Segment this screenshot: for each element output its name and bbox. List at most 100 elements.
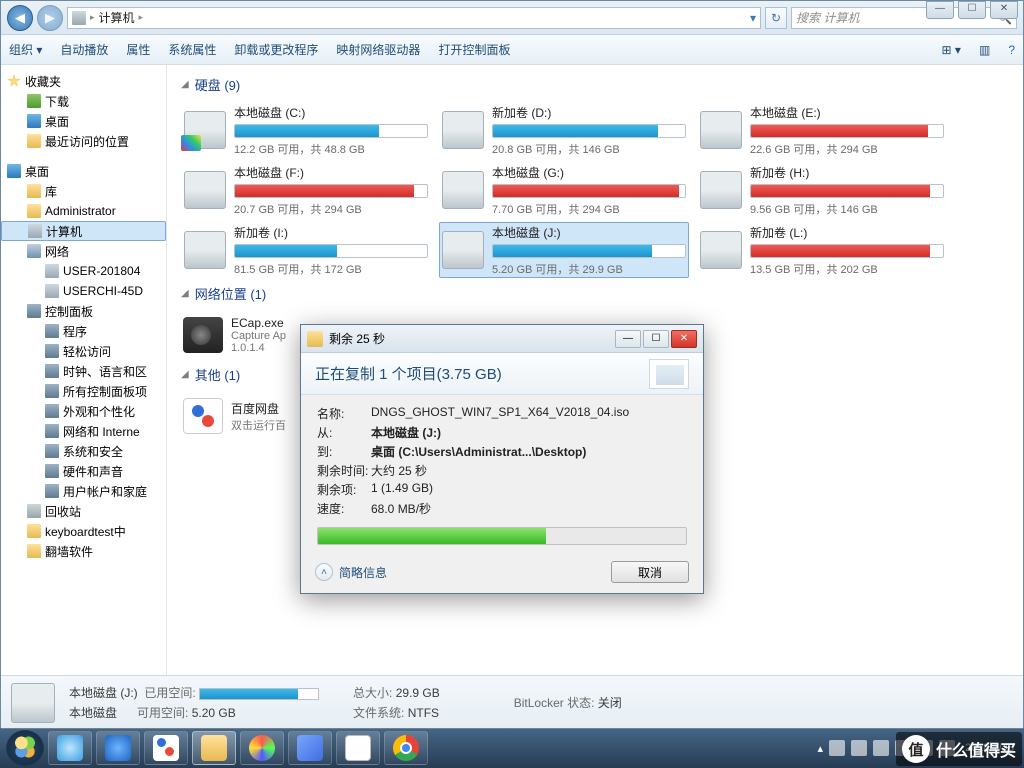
drive-item[interactable]: 新加卷 (H:)9.56 GB 可用，共 146 GB xyxy=(697,162,947,218)
dropdown-icon[interactable]: ▾ xyxy=(750,11,756,25)
sidebar-cp-appearance[interactable]: 外观和个性化 xyxy=(1,401,166,421)
sidebar-host2[interactable]: USERCHI-45D xyxy=(1,281,166,301)
dialog-minimize-button[interactable]: — xyxy=(615,330,641,348)
start-button[interactable] xyxy=(6,730,44,766)
dialog-titlebar[interactable]: 剩余 25 秒 — ☐ ✕ xyxy=(301,325,703,353)
toolbar-autoplay[interactable]: 自动播放 xyxy=(60,41,108,58)
drive-icon xyxy=(184,171,226,209)
dialog-maximize-button[interactable]: ☐ xyxy=(643,330,669,348)
copy-progress-bar xyxy=(317,527,687,545)
sidebar-cp-network[interactable]: 网络和 Interne xyxy=(1,421,166,441)
sidebar-folder-vpn[interactable]: 翻墙软件 xyxy=(1,541,166,561)
sidebar-desktop-fav[interactable]: 桌面 xyxy=(1,111,166,131)
toolbar-properties[interactable]: 属性 xyxy=(126,41,150,58)
sidebar-cp-ease[interactable]: 轻松访问 xyxy=(1,341,166,361)
sidebar-folder-kb[interactable]: keyboardtest中 xyxy=(1,521,166,541)
download-icon xyxy=(27,94,41,108)
users-icon xyxy=(45,484,59,498)
library-icon xyxy=(27,184,41,198)
sidebar-control-panel[interactable]: 控制面板 xyxy=(1,301,166,321)
toolbar-uninstall[interactable]: 卸载或更改程序 xyxy=(234,41,318,58)
refresh-button[interactable]: ↻ xyxy=(765,7,787,29)
control-panel-icon xyxy=(27,304,41,318)
drive-item[interactable]: 本地磁盘 (G:)7.70 GB 可用，共 294 GB xyxy=(439,162,689,218)
camera-icon xyxy=(183,317,223,353)
taskbar-app-7[interactable] xyxy=(336,731,380,765)
taskbar-app-2[interactable] xyxy=(96,731,140,765)
preview-pane-icon[interactable]: ▥ xyxy=(979,43,990,57)
group-drives-header[interactable]: ◢硬盘 (9) xyxy=(181,75,1013,94)
sidebar-cp-clock[interactable]: 时钟、语言和区 xyxy=(1,361,166,381)
toolbar-map-drive[interactable]: 映射网络驱动器 xyxy=(336,41,420,58)
drive-name: 本地磁盘 (C:) xyxy=(234,104,428,121)
drive-item[interactable]: 新加卷 (L:)13.5 GB 可用，共 202 GB xyxy=(697,222,947,278)
help-icon[interactable]: ? xyxy=(1008,43,1015,57)
copy-file-name: DNGS_GHOST_WIN7_SP1_X64_V2018_04.iso xyxy=(371,405,687,422)
sidebar-desktop[interactable]: 桌面 xyxy=(1,161,166,181)
recent-icon xyxy=(27,134,41,148)
more-details-toggle[interactable]: ˄简略信息 xyxy=(315,563,387,581)
drive-free-text: 13.5 GB 可用，共 202 GB xyxy=(750,261,944,277)
toolbar-control-panel[interactable]: 打开控制面板 xyxy=(438,41,510,58)
sidebar-cp-security[interactable]: 系统和安全 xyxy=(1,441,166,461)
breadcrumb-segment[interactable]: 计算机 xyxy=(99,9,135,26)
drive-free-text: 20.7 GB 可用，共 294 GB xyxy=(234,201,428,217)
drive-item[interactable]: 本地磁盘 (E:)22.6 GB 可用，共 294 GB xyxy=(697,102,947,158)
sb-drive-name: 本地磁盘 (J:) xyxy=(69,686,138,700)
minimize-button[interactable]: — xyxy=(926,1,954,19)
chevron-up-icon: ˄ xyxy=(315,563,333,581)
address-bar[interactable]: ▸ 计算机 ▸ ▾ xyxy=(67,7,761,29)
drive-item[interactable]: 新加卷 (I:)81.5 GB 可用，共 172 GB xyxy=(181,222,431,278)
dialog-heading: 正在复制 1 个项目(3.75 GB) xyxy=(301,353,703,395)
sidebar-libraries[interactable]: 库 xyxy=(1,181,166,201)
sidebar-network[interactable]: 网络 xyxy=(1,241,166,261)
collapse-icon: ◢ xyxy=(181,288,189,299)
taskbar-app-3[interactable] xyxy=(144,731,188,765)
cancel-button[interactable]: 取消 xyxy=(611,561,689,583)
drive-item[interactable]: 本地磁盘 (F:)20.7 GB 可用，共 294 GB xyxy=(181,162,431,218)
window-controls: — ☐ ✕ xyxy=(926,1,1018,19)
group-netloc-header[interactable]: ◢网络位置 (1) xyxy=(181,284,1013,303)
taskbar-app-5[interactable] xyxy=(240,731,284,765)
drives-list: 本地磁盘 (C:)12.2 GB 可用，共 48.8 GB新加卷 (D:)20.… xyxy=(181,102,1013,278)
tray-icon[interactable] xyxy=(873,740,889,756)
tray-icon[interactable] xyxy=(851,740,867,756)
pc-icon xyxy=(45,264,59,278)
sidebar-favorites[interactable]: 收藏夹 xyxy=(1,71,166,91)
drive-item[interactable]: 本地磁盘 (C:)12.2 GB 可用，共 48.8 GB xyxy=(181,102,431,158)
tray-icon[interactable] xyxy=(829,740,845,756)
toolbar-system-properties[interactable]: 系统属性 xyxy=(168,41,216,58)
drive-item[interactable]: 本地磁盘 (J:)5.20 GB 可用，共 29.9 GB xyxy=(439,222,689,278)
sidebar-administrator[interactable]: Administrator xyxy=(1,201,166,221)
sidebar-recent[interactable]: 最近访问的位置 xyxy=(1,131,166,151)
taskbar-explorer[interactable] xyxy=(192,731,236,765)
taskbar-chrome[interactable] xyxy=(384,731,428,765)
folder-icon xyxy=(27,524,41,538)
drive-item[interactable]: 新加卷 (D:)20.8 GB 可用，共 146 GB xyxy=(439,102,689,158)
taskbar-app-1[interactable] xyxy=(48,731,92,765)
sidebar-cp-all[interactable]: 所有控制面板项 xyxy=(1,381,166,401)
sidebar-computer[interactable]: 计算机 xyxy=(1,221,166,241)
view-options-icon[interactable]: ⊞ ▾ xyxy=(942,43,961,57)
dialog-close-button[interactable]: ✕ xyxy=(671,330,697,348)
drive-name: 本地磁盘 (J:) xyxy=(492,224,686,241)
drive-free-text: 20.8 GB 可用，共 146 GB xyxy=(492,141,686,157)
sidebar-downloads[interactable]: 下载 xyxy=(1,91,166,111)
drive-usage-bar xyxy=(750,184,944,198)
sidebar-host1[interactable]: USER-201804 xyxy=(1,261,166,281)
sidebar-recycle-bin[interactable]: 回收站 xyxy=(1,501,166,521)
taskbar-app-6[interactable] xyxy=(288,731,332,765)
sidebar-cp-hardware[interactable]: 硬件和声音 xyxy=(1,461,166,481)
network-icon xyxy=(27,244,41,258)
forward-button[interactable]: ▶ xyxy=(37,5,63,31)
computer-icon xyxy=(72,11,86,25)
sidebar-cp-users[interactable]: 用户帐户和家庭 xyxy=(1,481,166,501)
drive-name: 新加卷 (I:) xyxy=(234,224,428,241)
drive-usage-bar xyxy=(492,244,686,258)
sidebar-cp-programs[interactable]: 程序 xyxy=(1,321,166,341)
back-button[interactable]: ◀ xyxy=(7,5,33,31)
tray-overflow-icon[interactable]: ▴ xyxy=(818,742,824,755)
maximize-button[interactable]: ☐ xyxy=(958,1,986,19)
close-button[interactable]: ✕ xyxy=(990,1,1018,19)
organize-menu[interactable]: 组织 ▾ xyxy=(9,41,42,58)
